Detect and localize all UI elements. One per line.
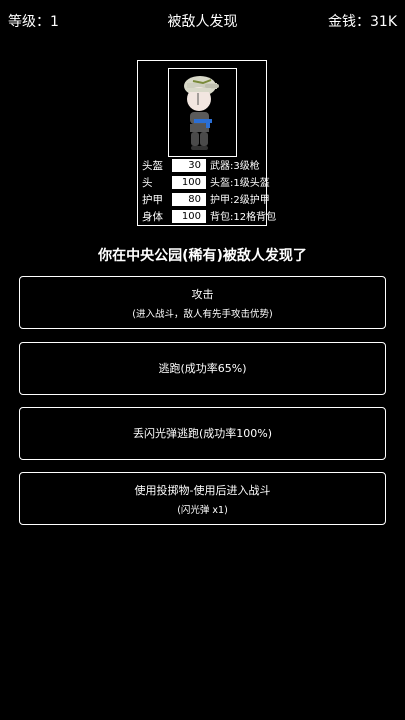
stat-label: 头盔 [142, 160, 163, 172]
enemy-portrait [168, 68, 237, 157]
stat-value: 100 [172, 210, 206, 223]
use-throwable-button[interactable]: 使用投掷物-使用后进入战斗 (闪光弹 x1) [19, 472, 386, 525]
stat-label: 护甲 [142, 194, 163, 206]
equipment-label: 头盔:1级头盔 [210, 178, 270, 189]
attack-label: 攻击 [191, 288, 214, 301]
soldier-icon [184, 76, 219, 150]
stat-value: 80 [172, 193, 206, 206]
use-throwable-label: 使用投掷物-使用后进入战斗 [134, 484, 271, 497]
flashbang-flee-button[interactable]: 丢闪光弹逃跑(成功率100%) [19, 407, 386, 460]
throwable-count: (闪光弹 x1) [177, 505, 228, 516]
stat-value: 100 [172, 176, 206, 189]
attack-button[interactable]: 攻击 (进入战斗，敌人有先手攻击优势) [19, 276, 386, 329]
money-display: 金钱：31K [328, 14, 397, 30]
equipment-label: 武器:3级枪 [210, 161, 260, 172]
flee-label: 逃跑(成功率65%) [158, 362, 247, 375]
equipment-label: 护甲:2级护甲 [210, 195, 270, 206]
equipment-label: 背包:12格背包 [210, 212, 277, 223]
attack-hint: (进入战斗，敌人有先手攻击优势) [132, 309, 273, 320]
encounter-message: 你在中央公园(稀有)被敌人发现了 [98, 248, 307, 264]
flee-button[interactable]: 逃跑(成功率65%) [19, 342, 386, 395]
stat-label: 头 [142, 177, 153, 189]
flashbang-flee-label: 丢闪光弹逃跑(成功率100%) [132, 427, 273, 440]
stat-value: 30 [172, 159, 206, 172]
stat-label: 身体 [142, 211, 163, 223]
enemy-card: 头盔 30 武器:3级枪 头 100 头盔:1级头盔 护甲 80 护甲:2级护甲… [137, 60, 277, 226]
top-bar: 等级：1 被敌人发现 金钱：31K [0, 0, 405, 44]
